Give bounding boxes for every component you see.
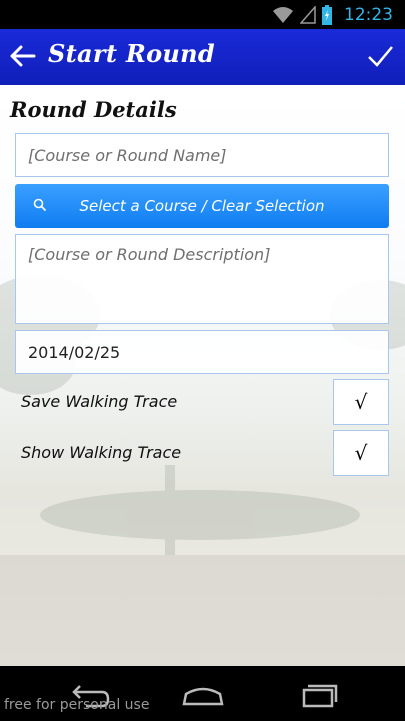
round-description-field[interactable]: [Course or Round Description] bbox=[15, 234, 389, 324]
save-walking-trace-label: Save Walking Trace bbox=[21, 392, 178, 411]
save-walking-trace-checkbox[interactable]: √ bbox=[333, 379, 389, 425]
battery-icon bbox=[322, 5, 332, 25]
signal-icon bbox=[300, 6, 316, 24]
app-bar: Start Round bbox=[0, 29, 405, 85]
recent-apps-icon[interactable] bbox=[294, 680, 340, 710]
select-course-button[interactable]: Select a Course / Clear Selection bbox=[15, 184, 389, 228]
home-nav-icon[interactable] bbox=[180, 680, 226, 710]
save-walking-trace-row: Save Walking Trace √ bbox=[0, 379, 405, 425]
show-walking-trace-label: Show Walking Trace bbox=[21, 443, 182, 462]
select-course-label: Select a Course / Clear Selection bbox=[79, 197, 325, 215]
wifi-icon bbox=[273, 7, 293, 23]
back-arrow-icon[interactable] bbox=[8, 41, 38, 71]
status-bar: 12:23 bbox=[0, 0, 405, 29]
show-walking-trace-row: Show Walking Trace √ bbox=[0, 430, 405, 476]
status-icons: 12:23 bbox=[272, 5, 393, 25]
section-title: Round Details bbox=[10, 97, 177, 122]
content-area: Round Details [Course or Round Name] Sel… bbox=[0, 85, 405, 666]
round-description-placeholder: [Course or Round Description] bbox=[28, 245, 271, 264]
status-time: 12:23 bbox=[344, 5, 393, 25]
show-walking-trace-checkbox[interactable]: √ bbox=[333, 430, 389, 476]
round-date-value: 2014/02/25 bbox=[28, 343, 121, 362]
round-name-placeholder: [Course or Round Name] bbox=[28, 146, 227, 165]
search-icon bbox=[33, 198, 47, 212]
round-name-field[interactable]: [Course or Round Name] bbox=[15, 133, 389, 177]
round-date-field[interactable]: 2014/02/25 bbox=[15, 330, 389, 374]
watermark-text: free for personal use bbox=[4, 697, 150, 713]
page-title: Start Round bbox=[48, 39, 215, 68]
checkmark-icon[interactable] bbox=[365, 41, 395, 71]
